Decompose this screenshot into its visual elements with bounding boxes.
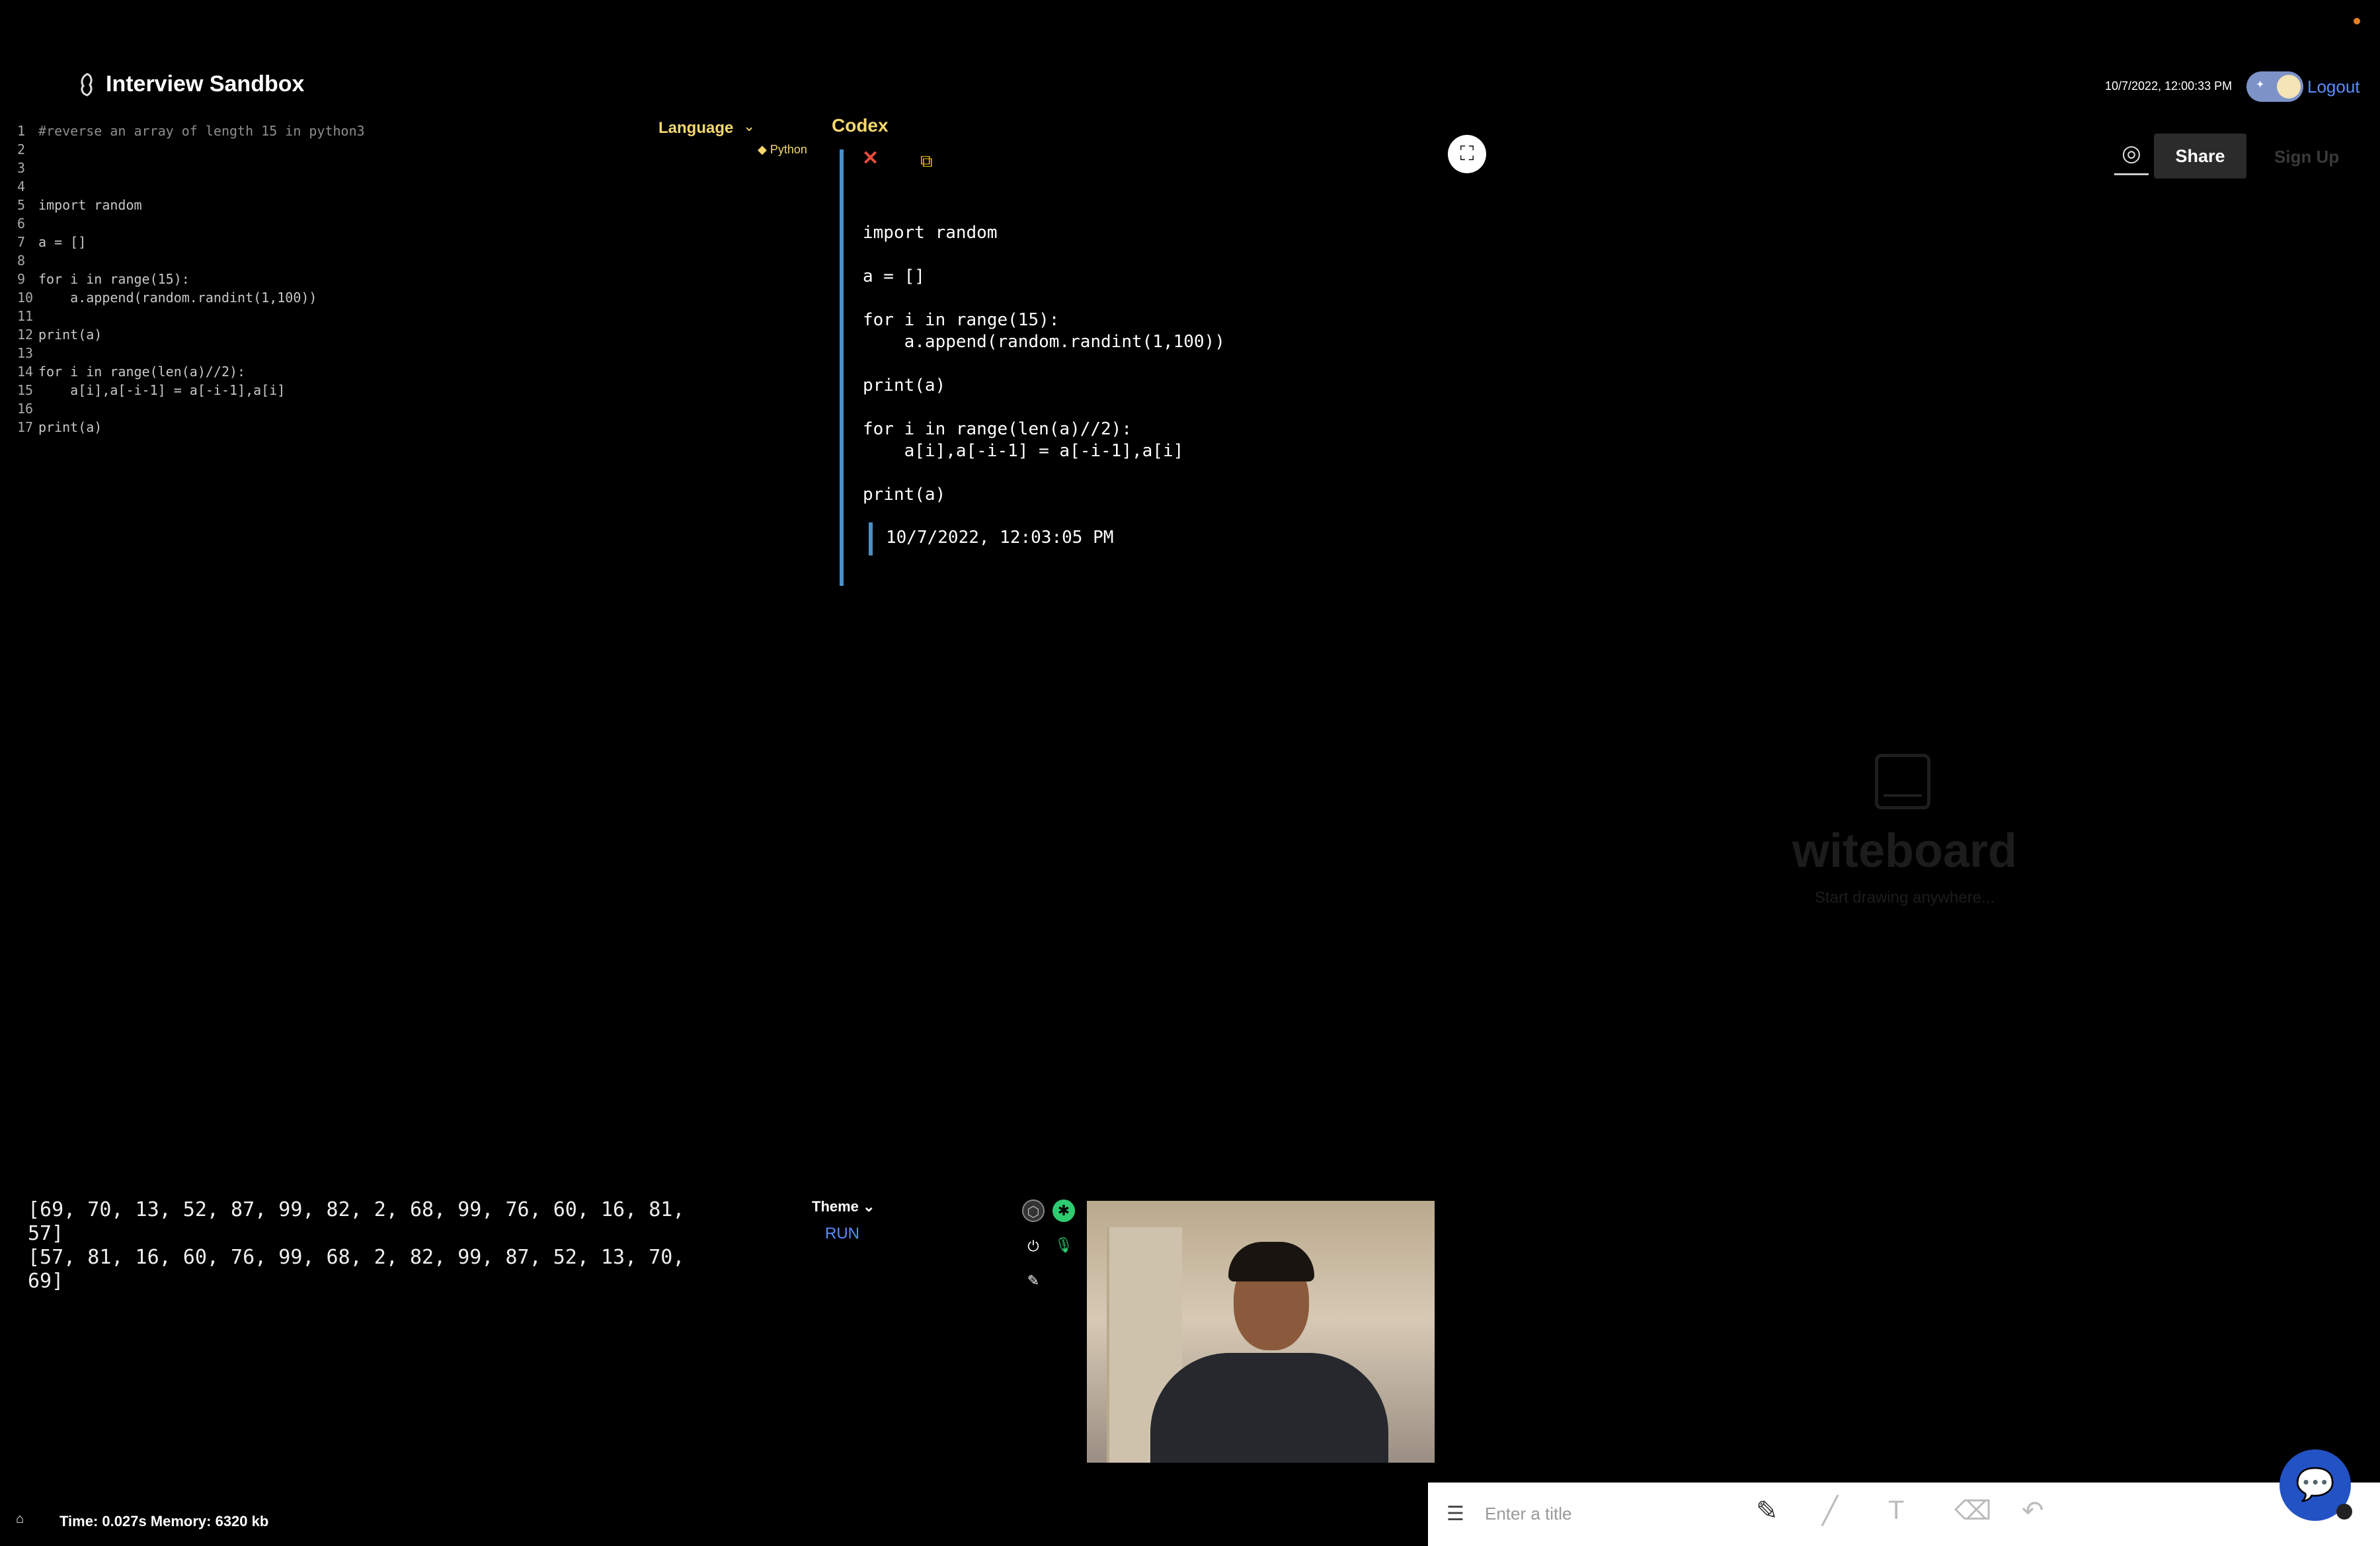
line-number: 9 <box>17 271 26 287</box>
line-number: 14 <box>17 364 34 380</box>
codex-timestamp-border <box>869 522 873 555</box>
logout-link[interactable]: Logout <box>2307 77 2360 97</box>
code-text: print(a) <box>38 327 102 343</box>
whiteboard-title-input[interactable] <box>1484 1500 1751 1527</box>
code-line[interactable]: 3 <box>0 159 648 177</box>
fullscreen-icon[interactable]: ⛶ <box>1448 135 1486 173</box>
microphone-icon[interactable]: 🎙 <box>1052 1234 1075 1256</box>
moon-icon <box>2277 75 2301 99</box>
code-line[interactable]: 6 <box>0 214 648 233</box>
code-line[interactable]: 12 print(a) <box>0 325 648 344</box>
line-icon[interactable]: ╱ <box>1822 1496 1838 1526</box>
share-button[interactable]: Share <box>2154 134 2246 179</box>
code-line[interactable]: 4 <box>0 177 648 196</box>
webcam-video <box>1087 1201 1435 1463</box>
code-text: a.append(random.randint(1,100)) <box>38 290 317 305</box>
whiteboard-icon <box>1875 754 1930 809</box>
edit-icon[interactable]: ✎ <box>1022 1270 1045 1292</box>
line-number: 10 <box>17 290 34 305</box>
status-icon: ⌂ <box>16 1512 24 1526</box>
line-number: 11 <box>17 308 34 324</box>
code-line[interactable]: 16 <box>0 399 648 418</box>
text-icon[interactable]: T <box>1888 1496 1904 1526</box>
code-line[interactable]: 5 import random <box>0 196 648 214</box>
theme-select-label: Theme <box>812 1198 859 1215</box>
code-line[interactable]: 9 for i in range(15): <box>0 270 648 288</box>
line-number: 12 <box>17 327 34 343</box>
code-line[interactable]: 13 <box>0 344 648 362</box>
code-text: for i in range(len(a)//2): <box>38 364 246 380</box>
run-stats: Time: 0.027s Memory: 6320 kb <box>60 1513 269 1529</box>
whiteboard-tagline: Start drawing anywhere... <box>1814 889 1995 907</box>
chevron-down-icon: ⌄ <box>863 1198 875 1215</box>
codex-border <box>840 149 844 586</box>
close-icon[interactable]: ✕ <box>862 147 879 170</box>
chat-status-dot <box>2336 1504 2352 1520</box>
line-number: 2 <box>17 142 26 157</box>
codex-code: import random a = [] for i in range(15):… <box>863 223 1225 505</box>
code-text: #reverse an array of length 15 in python… <box>38 123 365 139</box>
line-number: 1 <box>17 123 26 139</box>
line-number: 8 <box>17 253 26 268</box>
program-output: [69, 70, 13, 52, 87, 99, 82, 2, 68, 99, … <box>28 1198 685 1293</box>
witeboard-logo-button[interactable]: ◎ <box>2114 135 2149 175</box>
code-line[interactable]: 17 print(a) <box>0 418 648 436</box>
code-editor[interactable]: 1 #reverse an array of length 15 in pytho… <box>0 122 648 436</box>
theme-toggle[interactable]: ✦ <box>2246 71 2303 102</box>
line-number: 3 <box>17 160 26 176</box>
signup-button[interactable]: Sign Up <box>2274 147 2339 167</box>
current-datetime: 10/7/2022, 12:00:33 PM <box>2105 79 2233 93</box>
code-text: a = [] <box>38 234 87 250</box>
theme-select[interactable]: Theme ⌄ <box>812 1198 875 1215</box>
app-title: Interview Sandbox <box>106 71 305 97</box>
code-text: import random <box>38 197 142 213</box>
line-number: 4 <box>17 179 26 194</box>
video-toggle-icon[interactable]: ✱ <box>1052 1200 1075 1222</box>
code-line[interactable]: 11 <box>0 307 648 325</box>
code-line[interactable]: 8 <box>0 251 648 270</box>
code-line[interactable]: 7 a = [] <box>0 233 648 251</box>
line-number: 7 <box>17 234 26 250</box>
stars-icon: ✦ <box>2256 79 2265 91</box>
menu-icon[interactable]: ☰ <box>1447 1502 1464 1526</box>
line-number: 16 <box>17 401 34 417</box>
code-text: for i in range(15): <box>38 271 190 287</box>
language-value-label: Python <box>770 143 807 156</box>
code-line[interactable]: 2 <box>0 140 648 159</box>
code-text: print(a) <box>38 419 102 435</box>
code-line[interactable]: 14 for i in range(len(a)//2): <box>0 362 648 381</box>
line-number: 17 <box>17 419 34 435</box>
code-text: a[i],a[-i-1] = a[-i-1],a[i] <box>38 382 286 398</box>
power-icon[interactable]: ⏻ <box>1022 1235 1045 1258</box>
language-value: ◆ Python <box>758 143 807 156</box>
line-number: 13 <box>17 345 34 361</box>
copy-icon[interactable]: ⧉ <box>920 151 933 172</box>
connection-status-dot <box>2354 18 2360 24</box>
camera-settings-icon[interactable]: ⬡ <box>1022 1200 1045 1222</box>
line-number: 15 <box>17 382 34 398</box>
app-logo-icon <box>78 73 97 97</box>
language-select[interactable]: Language <box>658 119 733 138</box>
pencil-icon[interactable]: ✎ <box>1756 1496 1778 1526</box>
undo-icon[interactable]: ↶ <box>2022 1496 2044 1526</box>
code-line[interactable]: 1 #reverse an array of length 15 in pytho… <box>0 122 648 140</box>
codex-timestamp: 10/7/2022, 12:03:05 PM <box>886 528 1114 548</box>
line-number: 6 <box>17 216 26 231</box>
chevron-down-icon[interactable]: ⌄ <box>743 118 755 135</box>
code-line[interactable]: 15 a[i],a[-i-1] = a[-i-1],a[i] <box>0 381 648 399</box>
eraser-icon[interactable]: ⌫ <box>1954 1496 1992 1526</box>
whiteboard-brand: witeboard <box>1792 825 2018 877</box>
run-button[interactable]: RUN <box>825 1225 859 1243</box>
line-number: 5 <box>17 197 26 213</box>
codex-title: Codex <box>832 115 889 136</box>
code-line[interactable]: 10 a.append(random.randint(1,100)) <box>0 288 648 307</box>
